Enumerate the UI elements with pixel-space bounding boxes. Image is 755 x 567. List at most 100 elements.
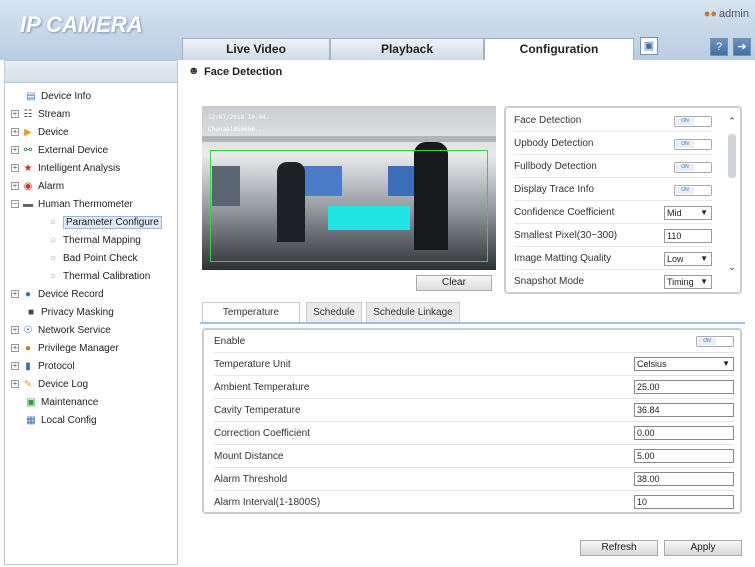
mask-icon: ■ (27, 307, 35, 318)
tab-configuration[interactable]: Configuration (484, 38, 634, 60)
sidebar-item-device-log[interactable]: + ✎ Device Log (11, 376, 88, 393)
expand-icon[interactable]: + (11, 182, 19, 191)
panel-scrollbar[interactable]: ⌃ ⌄ (726, 112, 738, 290)
upbody-detection-row: Upbody Detection ON (514, 133, 712, 155)
smallest-pixel-input[interactable]: 110 (664, 229, 712, 243)
sidebar-item-intelligent-analysis[interactable]: + ★ Intelligent Analysis (11, 160, 120, 177)
sidebar-item-parameter-configure[interactable]: ○ Parameter Configure (47, 214, 162, 231)
display-trace-toggle[interactable]: ON (674, 185, 712, 196)
user-icon: ●● (703, 8, 718, 20)
thermometer-icon: ▬ (23, 199, 33, 210)
tab-playback[interactable]: Playback (330, 38, 484, 60)
ambient-temperature-input[interactable]: 25.00 (634, 380, 734, 394)
sidebar-item-device-info[interactable]: ▤ Device Info (25, 88, 91, 105)
expand-icon[interactable]: + (11, 290, 19, 299)
alarm-interval-input[interactable]: 10 (634, 495, 734, 509)
user-indicator[interactable]: ●● admin (704, 8, 749, 20)
matting-quality-select[interactable]: Low ▼ (664, 252, 712, 266)
expand-icon[interactable]: + (11, 128, 19, 137)
chevron-down-icon: ▼ (722, 359, 730, 368)
chevron-down-icon: ▼ (700, 254, 708, 263)
subtab-temperature[interactable]: Temperature (202, 302, 300, 322)
cavity-temperature-label: Cavity Temperature (214, 405, 301, 416)
fullbody-detection-label: Fullbody Detection (514, 161, 597, 172)
sidebar-item-bad-point-check[interactable]: ○ Bad Point Check (47, 250, 138, 267)
sidebar-item-stream[interactable]: + ☷ Stream (11, 106, 70, 123)
expand-icon[interactable]: + (11, 326, 19, 335)
user-name: admin (719, 8, 749, 20)
clear-button[interactable]: Clear (416, 275, 492, 291)
sidebar-item-device[interactable]: + ▶ Device (11, 124, 69, 141)
ambient-temperature-label: Ambient Temperature (214, 382, 310, 393)
enable-toggle[interactable]: ON (696, 336, 734, 347)
record-icon: ● (24, 289, 32, 300)
expand-icon[interactable]: + (11, 380, 19, 389)
sidebar-item-protocol[interactable]: + ▮ Protocol (11, 358, 75, 375)
temperature-unit-row: Temperature Unit Celsius ▼ (214, 353, 734, 376)
apply-button[interactable]: Apply (664, 540, 742, 556)
display-trace-label: Display Trace Info (514, 184, 595, 195)
ambient-temperature-row: Ambient Temperature 25.00 (214, 376, 734, 399)
cavity-temperature-row: Cavity Temperature 36.84 (214, 399, 734, 422)
sidebar-item-local-config[interactable]: ▦ Local Config (25, 412, 96, 429)
expand-icon[interactable]: + (11, 146, 19, 155)
alarm-interval-row: Alarm Interval(1-1800S) 10 (214, 491, 734, 514)
sidebar-item-maintenance[interactable]: ▣ Maintenance (25, 394, 98, 411)
help-icon[interactable]: ? (710, 38, 728, 56)
alarm-threshold-row: Alarm Threshold 38.00 (214, 468, 734, 491)
snapshot-mode-select[interactable]: Timing ▼ (664, 275, 712, 289)
face-detection-label: Face Detection (514, 115, 582, 126)
logout-icon[interactable]: ➜ (733, 38, 751, 56)
plug-icon: ⚯ (23, 145, 33, 156)
sidebar-item-human-thermometer[interactable]: − ▬ Human Thermometer (11, 196, 133, 213)
fullbody-detection-toggle[interactable]: ON (674, 162, 712, 173)
expand-icon[interactable]: + (11, 344, 19, 353)
subtab-divider (200, 322, 745, 324)
scrollbar-thumb[interactable] (728, 134, 736, 178)
matting-quality-row: Image Matting Quality Low ▼ (514, 248, 712, 270)
chevron-down-icon[interactable]: ⌄ (726, 262, 738, 274)
mount-distance-input[interactable]: 5.00 (634, 449, 734, 463)
refresh-button[interactable]: Refresh (580, 540, 658, 556)
chevron-down-icon: ▼ (700, 208, 708, 217)
confidence-row: Confidence Coefficient Mid ▼ (514, 202, 712, 224)
expand-icon[interactable]: + (11, 362, 19, 371)
sidebar-item-network-service[interactable]: + ☉ Network Service (11, 322, 111, 339)
expand-icon[interactable]: + (11, 110, 19, 119)
mount-distance-label: Mount Distance (214, 451, 284, 462)
sidebar-item-privacy-masking[interactable]: ■ Privacy Masking (25, 304, 114, 321)
alarm-interval-label: Alarm Interval(1-1800S) (214, 497, 321, 508)
video-timestamp: 12/07/2018 10:44: (208, 114, 270, 121)
sidebar-item-external-device[interactable]: + ⚯ External Device (11, 142, 108, 159)
alarm-threshold-input[interactable]: 38.00 (634, 472, 734, 486)
sidebar-item-device-record[interactable]: + ● Device Record (11, 286, 104, 303)
face-detection-icon: ☻ (188, 65, 200, 77)
correction-coefficient-input[interactable]: 0.00 (634, 426, 734, 440)
cavity-temperature-input[interactable]: 36.84 (634, 403, 734, 417)
snapshot-mode-label: Snapshot Mode (514, 276, 585, 287)
camera-icon[interactable]: ▣ (640, 37, 658, 55)
mount-distance-row: Mount Distance 5.00 (214, 445, 734, 468)
sidebar-item-thermal-calibration[interactable]: ○ Thermal Calibration (47, 268, 150, 285)
face-detection-toggle[interactable]: ON (674, 116, 712, 127)
upbody-detection-toggle[interactable]: ON (674, 139, 712, 150)
detection-region (210, 150, 488, 262)
chevron-down-icon: ▼ (700, 277, 708, 286)
expand-icon[interactable]: + (11, 164, 19, 173)
enable-label: Enable (214, 336, 246, 347)
collapse-icon[interactable]: − (11, 200, 19, 209)
snapshot-mode-row: Snapshot Mode Timing ▼ (514, 271, 712, 293)
confidence-select[interactable]: Mid ▼ (664, 206, 712, 220)
subtab-schedule-linkage[interactable]: Schedule Linkage (366, 302, 460, 322)
config-icon: ▦ (26, 415, 36, 426)
live-video-view[interactable]: 12/07/2018 10:44: Chunaa1066666... (202, 106, 496, 270)
sidebar-item-privilege-manager[interactable]: + ● Privilege Manager (11, 340, 119, 357)
chevron-up-icon[interactable]: ⌃ (726, 116, 738, 128)
circle-icon: ○ (49, 253, 57, 264)
sidebar-item-alarm[interactable]: + ◉ Alarm (11, 178, 64, 195)
subtab-schedule[interactable]: Schedule (306, 302, 362, 322)
tab-live-video[interactable]: Live Video (182, 38, 330, 60)
sidebar-item-thermal-mapping[interactable]: ○ Thermal Mapping (47, 232, 141, 249)
app-logo: IP CAMERA (20, 12, 143, 37)
temperature-unit-select[interactable]: Celsius ▼ (634, 357, 734, 371)
